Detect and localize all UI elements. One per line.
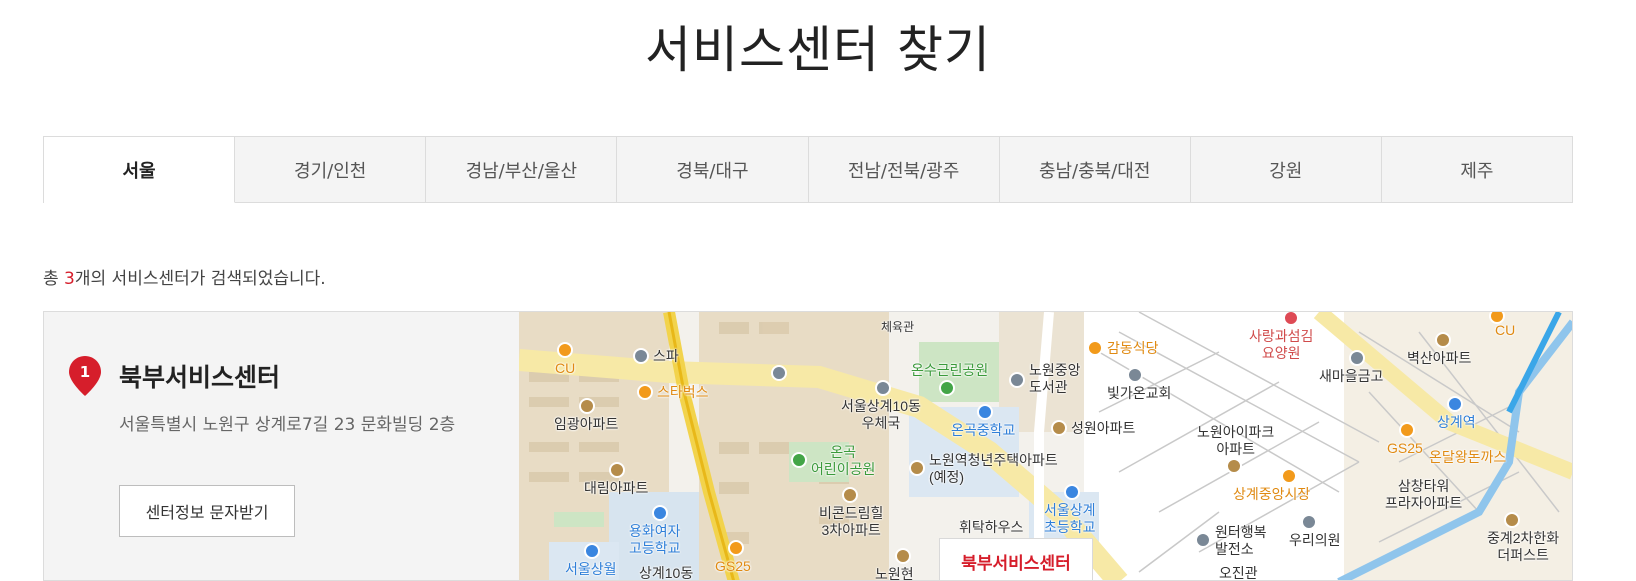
result-count: 총 3개의 서비스센터가 검색되었습니다. bbox=[43, 264, 326, 289]
tab-gangwon[interactable]: 강원 bbox=[1190, 137, 1382, 203]
map-label-spa[interactable]: 스파 bbox=[653, 348, 679, 365]
map-label-youth-apt[interactable]: 노원역청년주택아파트 (예정) bbox=[929, 452, 1058, 486]
service-center-icon[interactable] bbox=[771, 365, 787, 381]
center-info-panel: 1 북부서비스센터 서울특별시 노원구 상계로7길 23 문화빌딩 2층 센터정… bbox=[43, 311, 519, 581]
tab-gyeongbuk-daegu[interactable]: 경북/대구 bbox=[617, 137, 809, 203]
map-label-bitgaon-church[interactable]: 빛가온교회 bbox=[1107, 385, 1171, 402]
convenience-store-icon[interactable] bbox=[1399, 422, 1415, 438]
map-label-junggye-hanwha[interactable]: 중계2차한화 더퍼스트 bbox=[1487, 530, 1559, 564]
clinic-icon[interactable] bbox=[1301, 514, 1317, 530]
bank-icon[interactable] bbox=[1349, 350, 1365, 366]
map-label-byeoksan-apt[interactable]: 벽산아파트 bbox=[1407, 350, 1471, 367]
school-icon[interactable] bbox=[652, 505, 668, 521]
convenience-store-icon[interactable] bbox=[728, 540, 744, 556]
center-address: 서울특별시 노원구 상계로7길 23 문화빌딩 2층 bbox=[119, 415, 456, 435]
map-label-wonteo[interactable]: 원터행복 발전소 bbox=[1215, 524, 1267, 558]
map-label-sanggye-elem[interactable]: 서울상계 초등학교 bbox=[1044, 502, 1096, 536]
map-label-nowon-library[interactable]: 노원중앙 도서관 bbox=[1029, 362, 1081, 396]
map-label-cu-west[interactable]: CU bbox=[555, 360, 575, 377]
apartment-icon[interactable] bbox=[909, 460, 925, 476]
apartment-icon[interactable] bbox=[1226, 458, 1242, 474]
map-label-yonghwa-high[interactable]: 용화여자 고등학교 bbox=[629, 523, 681, 557]
map-label-sanggye-market[interactable]: 상계중앙시장 bbox=[1233, 486, 1310, 503]
tab-jeju[interactable]: 제주 bbox=[1381, 137, 1573, 203]
post-office-icon[interactable] bbox=[875, 380, 891, 396]
map-label-hwitak[interactable]: 휘탁하우스 bbox=[959, 519, 1023, 536]
park-icon[interactable] bbox=[939, 380, 955, 396]
church-icon[interactable] bbox=[1127, 367, 1143, 383]
apartment-icon[interactable] bbox=[1051, 420, 1067, 436]
tab-jeonnam-jeonbuk-gwangju[interactable]: 전남/전북/광주 bbox=[808, 137, 1000, 203]
school-icon[interactable] bbox=[1064, 484, 1080, 500]
map-label-gs25-west[interactable]: GS25 bbox=[715, 558, 751, 575]
map-label-daerim-apt[interactable]: 대림아파트 bbox=[584, 480, 648, 497]
apartment-icon[interactable] bbox=[1435, 332, 1451, 348]
map-label-ondal[interactable]: 온달왕돈까스 bbox=[1429, 449, 1506, 466]
map-label-gamdong[interactable]: 감동식당 bbox=[1107, 340, 1159, 357]
convenience-store-icon[interactable] bbox=[557, 342, 573, 358]
library-icon[interactable] bbox=[1009, 372, 1025, 388]
park-icon[interactable] bbox=[791, 452, 807, 468]
map-label-nowonhyun[interactable]: 노원현 bbox=[875, 566, 914, 580]
location-pin-icon: 1 bbox=[69, 356, 101, 396]
map-label-starbucks[interactable]: 스타벅스 bbox=[657, 384, 709, 401]
result-count-prefix: 총 bbox=[43, 269, 65, 289]
page-title: 서비스센터 찾기 bbox=[645, 21, 991, 79]
map-label-sarang-nursing[interactable]: 사랑과섬김 요양원 bbox=[1249, 328, 1313, 362]
cafe-icon[interactable] bbox=[637, 384, 653, 400]
apartment-icon[interactable] bbox=[579, 398, 595, 414]
map-label-ojin[interactable]: 오진관 bbox=[1219, 565, 1258, 580]
map-callout-center[interactable]: 북부서비스센터 bbox=[939, 538, 1093, 580]
map-label-sanggye-post[interactable]: 서울상계10동 우체국 bbox=[841, 398, 921, 432]
apartment-icon[interactable] bbox=[609, 462, 625, 478]
school-icon[interactable] bbox=[977, 404, 993, 420]
map-label-imgwang-apt[interactable]: 임광아파트 bbox=[554, 416, 618, 433]
map-label-seoul-sangwol[interactable]: 서울상월 bbox=[565, 561, 617, 578]
map-label-samchang[interactable]: 삼창타워 프라자아파트 bbox=[1385, 478, 1462, 512]
map-label-ongok-middle[interactable]: 온곡중학교 bbox=[951, 422, 1015, 439]
map-label-sanggye10[interactable]: 상계10동 bbox=[639, 565, 693, 580]
office-icon[interactable] bbox=[1195, 532, 1211, 548]
center-name: 북부서비스센터 bbox=[119, 363, 281, 392]
map-label-ongok-kids-park[interactable]: 온곡 어린이공원 bbox=[811, 444, 875, 478]
school-icon[interactable] bbox=[584, 543, 600, 559]
result-count-number: 3 bbox=[64, 269, 75, 289]
tab-gyeongnam-busan-ulsan[interactable]: 경남/부산/울산 bbox=[426, 137, 618, 203]
tab-gyeonggi-incheon[interactable]: 경기/인천 bbox=[235, 137, 427, 203]
tab-chungnam-chungbuk-daejeon[interactable]: 충남/충북/대전 bbox=[999, 137, 1191, 203]
apartment-icon[interactable] bbox=[1504, 512, 1520, 528]
apartment-icon[interactable] bbox=[842, 487, 858, 503]
subway-line-4-icon[interactable] bbox=[1447, 396, 1463, 412]
market-icon[interactable] bbox=[1281, 468, 1297, 484]
spa-icon[interactable] bbox=[633, 348, 649, 364]
region-tabs: 서울 경기/인천 경남/부산/울산 경북/대구 전남/전북/광주 충남/충북/대… bbox=[43, 136, 1573, 203]
map-label-nowon-ipark[interactable]: 노원아이파크 아파트 bbox=[1197, 424, 1274, 458]
map-label-onsu-park[interactable]: 온수근린공원 bbox=[911, 362, 988, 379]
pin-number: 1 bbox=[80, 363, 90, 381]
map-label-gym[interactable]: 체육관 bbox=[881, 319, 914, 336]
sms-info-button[interactable]: 센터정보 문자받기 bbox=[119, 485, 295, 537]
map-label-cu-east[interactable]: CU bbox=[1495, 322, 1515, 339]
tab-seoul[interactable]: 서울 bbox=[44, 137, 236, 203]
map-label-woori-clinic[interactable]: 우리의원 bbox=[1289, 532, 1341, 549]
map-label-bicondream[interactable]: 비콘드림힐 3차아파트 bbox=[819, 505, 883, 539]
apartment-icon[interactable] bbox=[895, 548, 911, 564]
map[interactable]: CU 스파 스타벅스 임광아파트 대림아파트 용화여자 고등학교 서울상월 GS… bbox=[519, 311, 1573, 581]
result-count-suffix: 개의 서비스센터가 검색되었습니다. bbox=[74, 269, 326, 289]
map-label-saemaeul[interactable]: 새마을금고 bbox=[1319, 368, 1383, 385]
map-label-gs25-east[interactable]: GS25 bbox=[1387, 440, 1423, 457]
map-label-sanggye-station[interactable]: 상계역 bbox=[1437, 414, 1476, 431]
restaurant-icon[interactable] bbox=[1087, 340, 1103, 356]
map-label-seongwon-apt[interactable]: 성원아파트 bbox=[1071, 420, 1135, 437]
